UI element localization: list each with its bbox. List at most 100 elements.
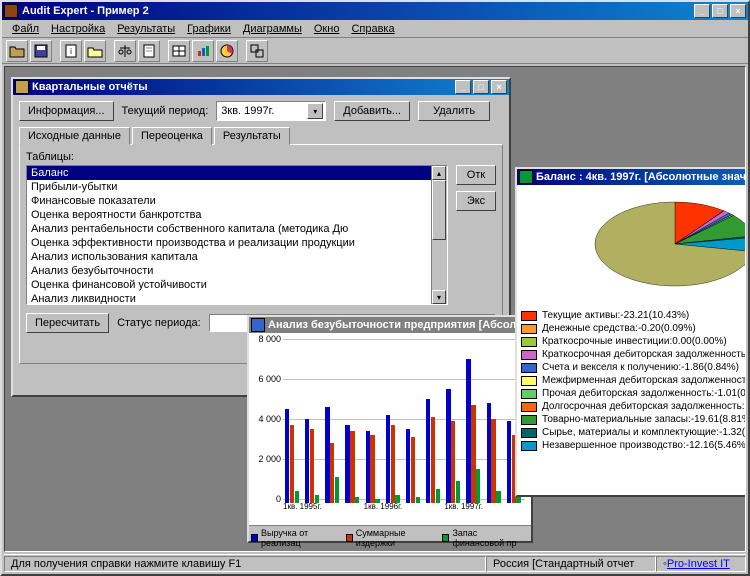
x-tick-label: 1кв. 1996г. xyxy=(364,502,403,511)
legend-swatch xyxy=(521,389,537,399)
legend-swatch xyxy=(521,415,537,425)
tool-open-icon[interactable] xyxy=(6,40,28,62)
list-item[interactable]: Баланс xyxy=(27,166,447,180)
bar xyxy=(386,415,390,503)
legend-item: Запас финансовой пр xyxy=(442,528,529,548)
maximize-button[interactable]: □ xyxy=(712,4,728,18)
legend-label: Запас финансовой пр xyxy=(452,528,529,548)
pie-legend-item: Незавершенное производство:-12.16(5.46%) xyxy=(521,439,746,452)
recalculate-button[interactable]: Пересчитать xyxy=(26,313,109,333)
piechart-window: Баланс : 4кв. 1997г. [Абсолютные значени… xyxy=(515,167,746,497)
info-button[interactable]: Информация... xyxy=(19,101,114,121)
y-tick-label: 4 000 xyxy=(258,414,281,424)
bar xyxy=(466,359,470,503)
export-button[interactable]: Экс xyxy=(456,191,496,211)
close-button[interactable]: × xyxy=(730,4,746,18)
period-combo[interactable]: 3кв. 1997г. ▾ xyxy=(216,101,326,121)
bar xyxy=(446,389,450,503)
menu-settings[interactable]: Настройка xyxy=(45,23,111,35)
bar xyxy=(290,425,294,503)
legend-label: Межфирменная дебиторская задолженность:0… xyxy=(542,375,746,386)
menu-charts[interactable]: Графики xyxy=(181,23,237,35)
tab-results[interactable]: Результаты xyxy=(214,127,290,145)
menu-diagrams[interactable]: Диаграммы xyxy=(237,23,308,35)
tab-source-data[interactable]: Исходные данные xyxy=(19,127,130,145)
status-link: ◦ Pro-Invest IT xyxy=(656,556,746,572)
legend-label: Долгосрочная дебиторская задолженность:0… xyxy=(542,401,746,412)
reports-close-button[interactable]: × xyxy=(491,80,507,94)
list-item[interactable]: Прибыли-убытки xyxy=(27,180,447,194)
tables-label: Таблицы: xyxy=(26,151,496,163)
legend-swatch xyxy=(521,441,537,451)
bar xyxy=(431,417,435,503)
bar xyxy=(406,429,410,503)
legend-label: Текущие активы:-23.21(10.43%) xyxy=(542,310,689,321)
tool-info-icon[interactable]: i xyxy=(60,40,82,62)
reports-title: Квартальные отчёты xyxy=(32,81,455,93)
menubar: Файл Настройка Результаты Графики Диагра… xyxy=(2,20,748,38)
scrollbar[interactable]: ▴ ▾ xyxy=(431,166,447,304)
legend-swatch xyxy=(521,428,537,438)
legend-label: Незавершенное производство:-12.16(5.46%) xyxy=(542,440,746,451)
tool-pie-icon[interactable] xyxy=(216,40,238,62)
app-icon xyxy=(4,4,18,18)
bar xyxy=(487,403,491,503)
menu-file[interactable]: Файл xyxy=(6,23,45,35)
tool-balance-icon[interactable] xyxy=(114,40,136,62)
tool-save-icon[interactable] xyxy=(30,40,52,62)
list-item[interactable]: Оценка вероятности банкротства xyxy=(27,208,447,222)
tool-text-icon[interactable] xyxy=(138,40,160,62)
pie-legend-item: Прочая дебиторская задолженность:-1.01(0… xyxy=(521,387,746,400)
delete-button[interactable]: Удалить xyxy=(418,101,490,121)
menu-window[interactable]: Окно xyxy=(308,23,346,35)
scroll-down-icon[interactable]: ▾ xyxy=(432,290,446,304)
list-item[interactable]: Оценка финансовой устойчивости xyxy=(27,278,447,292)
open-button[interactable]: Отк xyxy=(456,165,496,185)
legend-label: Счета и векселя к получению:-1.86(0.84%) xyxy=(542,362,739,373)
legend-label: Денежные средства:-0.20(0.09%) xyxy=(542,323,696,334)
add-button[interactable]: Добавить... xyxy=(334,101,410,121)
bar xyxy=(305,419,309,503)
vendor-link[interactable]: Pro-Invest IT xyxy=(667,558,730,570)
tool-arrange-icon[interactable] xyxy=(246,40,268,62)
legend-swatch xyxy=(521,311,537,321)
minimize-button[interactable]: _ xyxy=(694,4,710,18)
menu-help[interactable]: Справка xyxy=(345,23,400,35)
bar xyxy=(426,399,430,503)
bar xyxy=(325,407,329,503)
menu-results[interactable]: Результаты xyxy=(111,23,181,35)
statusbar: Для получения справки нажмите клавишу F1… xyxy=(4,554,746,572)
bar xyxy=(310,429,314,503)
y-tick-label: 2 000 xyxy=(258,454,281,464)
list-item[interactable]: Анализ ликвидности xyxy=(27,292,447,305)
legend-swatch xyxy=(521,363,537,373)
legend-item: Выручка от реализац xyxy=(251,528,336,548)
list-item[interactable]: Оценка эффективности производства и реал… xyxy=(27,236,447,250)
bar xyxy=(416,497,420,503)
pie-legend-item: Денежные средства:-0.20(0.09%) xyxy=(521,322,746,335)
list-item[interactable]: Анализ рентабельности собственного капит… xyxy=(27,222,447,236)
bar xyxy=(335,477,339,503)
tool-chart-icon[interactable] xyxy=(192,40,214,62)
legend-label: Краткосрочная дебиторская задолженность:… xyxy=(542,349,746,360)
list-item[interactable]: Анализ безубыточности xyxy=(27,264,447,278)
window-controls: _ □ × xyxy=(694,4,746,18)
list-item[interactable]: Анализ использования капитала xyxy=(27,250,447,264)
bar xyxy=(436,489,440,503)
tabs: Исходные данные Переоценка Результаты xyxy=(19,127,503,145)
y-tick-label: 8 000 xyxy=(258,334,281,344)
scroll-up-icon[interactable]: ▴ xyxy=(432,166,446,180)
chevron-down-icon[interactable]: ▾ xyxy=(307,103,323,119)
tab-revaluation[interactable]: Переоценка xyxy=(132,127,212,145)
scroll-thumb[interactable] xyxy=(432,180,446,240)
bar xyxy=(507,421,511,503)
period-label: Текущий период: xyxy=(122,105,209,117)
tool-table-icon[interactable] xyxy=(168,40,190,62)
reports-minimize-button[interactable]: _ xyxy=(455,80,471,94)
tables-listbox[interactable]: БалансПрибыли-убыткиФинансовые показател… xyxy=(26,165,448,305)
bar xyxy=(411,437,415,503)
reports-maximize-button[interactable]: □ xyxy=(473,80,489,94)
tool-folder-icon[interactable] xyxy=(84,40,106,62)
list-item[interactable]: Финансовые показатели xyxy=(27,194,447,208)
pie-legend-item: Товарно-материальные запасы:-19.61(8.81%… xyxy=(521,413,746,426)
